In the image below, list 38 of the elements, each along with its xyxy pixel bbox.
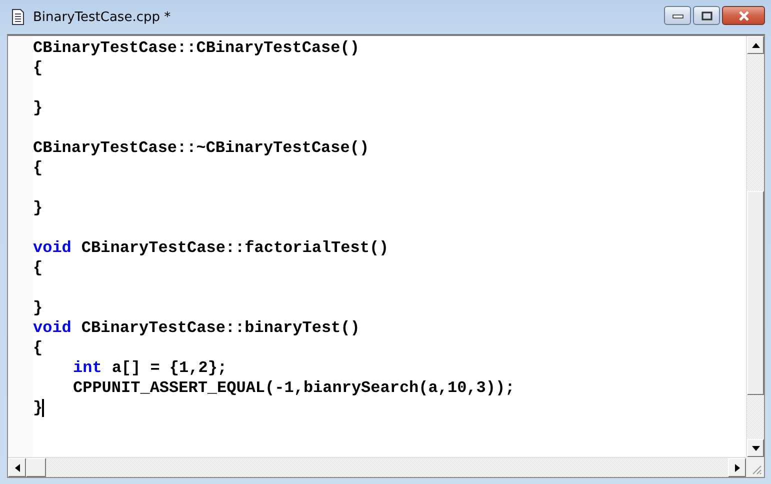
scroll-thumb[interactable] — [747, 191, 764, 395]
close-button[interactable] — [722, 6, 765, 25]
code-text: CPPUNIT_ASSERT_EQUAL(-1,bianrySearch(a,10,3)); — [73, 378, 515, 398]
left-arrow-icon — [14, 464, 20, 472]
scroll-left-button[interactable] — [8, 458, 26, 477]
code-text: { — [33, 58, 43, 78]
up-arrow-icon — [752, 42, 760, 48]
code-text: } — [33, 198, 43, 218]
code-keyword: int — [73, 358, 102, 378]
code-text: } — [33, 98, 43, 118]
scroll-up-button[interactable] — [747, 36, 764, 54]
code-text: a[] = {1,2}; — [112, 358, 228, 378]
close-icon — [736, 10, 750, 20]
code-text: { — [33, 338, 43, 358]
window-title: BinaryTestCase.cpp * — [33, 10, 171, 24]
code-text: { — [33, 158, 43, 178]
down-arrow-icon — [752, 446, 760, 450]
minimize-icon — [672, 12, 684, 18]
code-text: { — [33, 258, 43, 278]
code-text: CBinaryTestCase::CBinaryTestCase() — [33, 38, 360, 58]
code-text: } — [33, 398, 43, 418]
scroll-right-button[interactable] — [728, 458, 746, 477]
maximize-icon — [700, 10, 712, 20]
resize-grip-icon[interactable] — [750, 463, 762, 475]
scroll-down-button[interactable] — [747, 439, 764, 457]
code-keyword: void — [33, 318, 72, 338]
maximize-button[interactable] — [693, 6, 720, 25]
vertical-scrollbar[interactable] — [746, 36, 764, 457]
code-text: CBinaryTestCase::~CBinaryTestCase() — [33, 138, 370, 158]
code-text: CBinaryTestCase::factorialTest() — [81, 238, 389, 258]
code-text: CBinaryTestCase::binaryTest() — [81, 318, 360, 338]
horizontal-scrollbar[interactable] — [8, 457, 746, 477]
minimize-button[interactable] — [664, 6, 691, 25]
code-keyword: void — [33, 238, 72, 258]
code-text: } — [33, 298, 43, 318]
right-arrow-icon — [734, 464, 740, 472]
scroll-thumb[interactable] — [26, 458, 46, 477]
document-icon — [11, 9, 25, 25]
